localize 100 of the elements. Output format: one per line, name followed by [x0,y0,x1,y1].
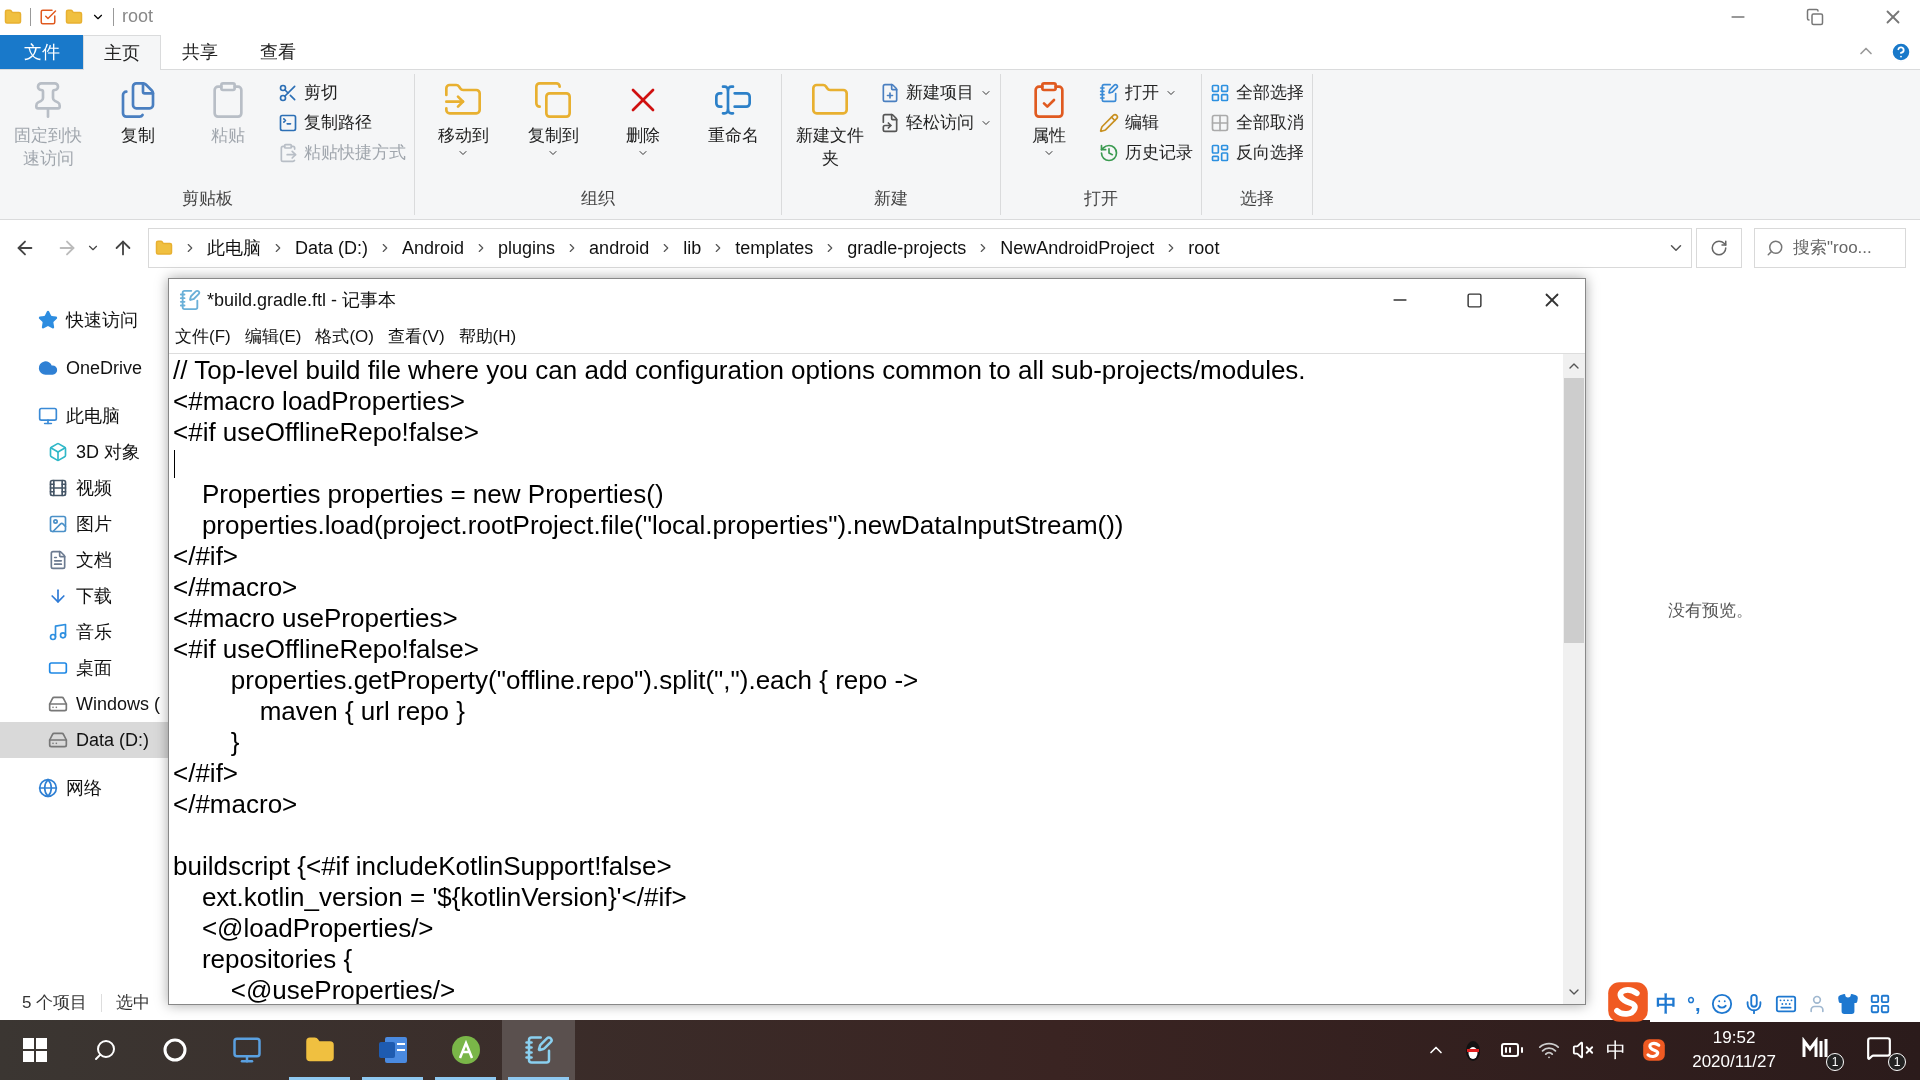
nav-item[interactable]: 文档 [0,542,168,578]
menu-item[interactable]: 帮助(H) [458,324,517,350]
music-note-icon [48,622,68,642]
sogou-logo-icon [1606,980,1650,1024]
code-line: </#if> [173,541,239,572]
notepad-icon [179,289,201,311]
ribbon-button[interactable]: 属性 [1005,74,1093,159]
breadcrumb-link[interactable]: android [589,234,650,262]
nav-item[interactable]: 快速访问 [0,302,168,338]
network-icon [38,778,58,798]
nav-item[interactable]: 下载 [0,578,168,614]
taskbar-app[interactable] [502,1020,575,1080]
ribbon-tab[interactable]: 主页 [83,35,161,70]
ribbon-button[interactable]: 复制路径 [274,108,410,138]
sogou-logo-icon [1642,1038,1667,1062]
computer-icon [231,1035,262,1065]
breadcrumb-link[interactable]: Android [402,234,465,262]
star-icon [38,310,58,330]
scrollbar-thumb[interactable] [1564,378,1584,643]
windows-logo-icon [23,1038,47,1062]
menu-item[interactable]: 文件(F) [175,324,231,350]
penguin-icon[interactable] [1464,1038,1483,1062]
breadcrumb-link[interactable]: Data (D:) [295,234,368,262]
code-line: } [229,727,240,758]
menu-item[interactable]: 格式(O) [315,324,374,350]
ribbon-button[interactable]: 移动到 [419,74,507,159]
ribbon-button[interactable]: 新建项目 [876,78,996,108]
ribbon-button[interactable]: 打开 [1095,78,1197,108]
notification-center-icon[interactable] [1866,1035,1892,1061]
search-field[interactable]: 搜索"roo... [1754,228,1906,268]
code-line: Properties properties = new Properties() [200,479,664,510]
code-line: </#macro> [173,572,298,603]
ribbon-button[interactable]: 剪切 [274,78,410,108]
item-count: 5 个项目 [22,991,88,1014]
window-title: root [122,5,154,28]
nav-item[interactable]: 3D 对象 [0,434,168,470]
selection-info: 选中 [116,991,151,1014]
code-line: <@useProperties/> [229,975,456,1004]
code-line: <@loadProperties/> [200,913,434,944]
clock[interactable]: 19:52 2020/11/27 [1692,1026,1776,1074]
copy-icon [533,80,573,120]
preview-message: 没有预览。 [1667,599,1753,622]
properties-icon[interactable] [39,7,57,26]
breadcrumb-link[interactable]: plugins [498,234,556,262]
nav-item[interactable]: Windows ( [0,686,168,722]
address-field[interactable]: 此电脑 Data (D:) Android plugins android lib templates gradle-projects NewAndroidProject root [148,228,1692,268]
document-app-icon [376,1035,409,1065]
refresh-button[interactable] [1696,228,1742,268]
ribbon-button[interactable]: 编辑 [1095,108,1197,138]
document-icon [48,550,68,570]
history-icon [1099,143,1119,163]
ribbon-button[interactable]: 复制 [94,74,182,147]
help-icon[interactable] [1890,41,1912,63]
nav-item[interactable]: 音乐 [0,614,168,650]
nav-item[interactable]: Data (D:) [0,722,168,758]
menu-item[interactable]: 编辑(E) [244,324,302,350]
ribbon-button[interactable]: 复制到 [509,74,597,159]
ribbon-tab[interactable]: 文件 [0,35,83,69]
maximize-icon[interactable] [1466,291,1483,309]
drive-icon [48,694,68,714]
ribbon-button[interactable]: 历史记录 [1095,138,1197,168]
breadcrumb-link[interactable]: gradle-projects [847,234,967,262]
ribbon-button[interactable]: 轻松访问 [876,108,996,138]
breadcrumb-link[interactable]: 此电脑 [207,234,261,262]
nav-item[interactable]: 视频 [0,470,168,506]
group-label: 打开 [1083,187,1119,210]
ribbon-tab[interactable]: 共享 [161,35,239,70]
vertical-scrollbar[interactable] [1563,354,1585,1004]
restore-icon[interactable] [1806,7,1824,26]
ribbon-button[interactable]: 反向选择 [1206,138,1308,168]
window-title: *build.gradle.ftl - 记事本 [207,288,397,312]
nav-item[interactable]: 网络 [0,770,168,806]
breadcrumb-link[interactable]: lib [683,234,702,262]
code-line: </#macro> [173,789,298,820]
keyboard-icon[interactable] [1774,993,1797,1015]
nav-item[interactable]: 图片 [0,506,168,542]
breadcrumb-link[interactable]: NewAndroidProject [1000,234,1155,262]
cloud-icon [38,358,58,378]
nav-item[interactable]: 桌面 [0,650,168,686]
input-mode: 中 [1656,991,1677,1018]
nav-item[interactable]: OneDrive [0,350,168,386]
ribbon-button[interactable]: 新建文件夹 [786,74,874,170]
ribbon-button[interactable]: 重命名 [689,74,777,147]
ribbon-button[interactable]: 全部取消 [1206,108,1308,138]
input-language[interactable]: 中 [1606,1035,1627,1065]
shirt-icon[interactable] [1836,993,1859,1015]
breadcrumb-link[interactable]: templates [735,234,814,262]
ribbon-tab[interactable]: 查看 [239,35,317,70]
ribbon-button[interactable]: 删除 [599,74,687,159]
ribbon-button[interactable]: 全部选择 [1206,78,1308,108]
menu-item[interactable]: 查看(V) [387,324,445,350]
code-line: <#macro loadProperties> [173,386,465,417]
emoji-icon[interactable] [1710,993,1733,1015]
grid-icon[interactable] [1868,993,1891,1015]
text-cursor [174,449,175,478]
notepad-icon [523,1035,554,1065]
breadcrumb-link[interactable]: root [1188,234,1220,262]
muted-speaker-icon[interactable] [1572,1039,1595,1061]
nav-item[interactable]: 此电脑 [0,398,168,434]
code-line: repositories { [200,944,353,975]
